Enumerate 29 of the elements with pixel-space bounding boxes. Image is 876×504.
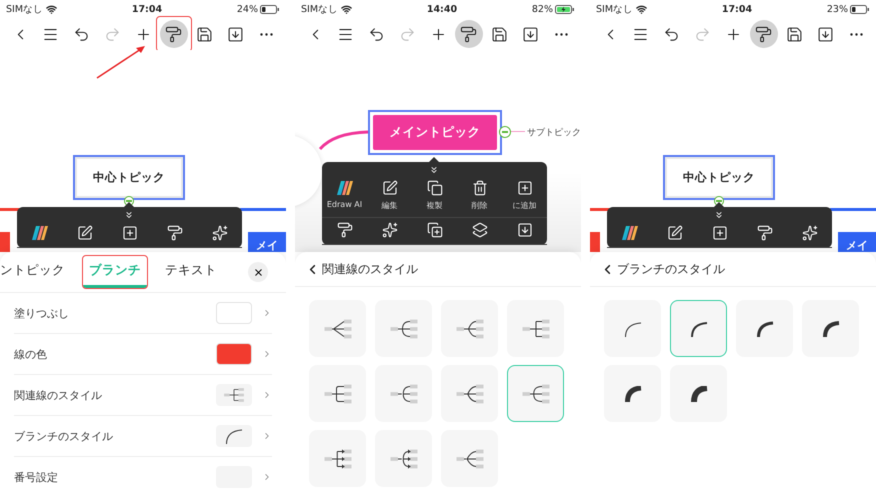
central-topic[interactable]: 中心トピック	[663, 155, 775, 200]
settings-row[interactable]: 番号設定	[14, 457, 272, 497]
menu-item[interactable]: 削除	[457, 180, 502, 211]
central-topic[interactable]: 中心トピック	[73, 155, 185, 200]
topic-label: メイ	[256, 238, 278, 252]
sheet-title: ブランチのスタイル	[617, 260, 725, 278]
carrier-label: SIMなし	[596, 2, 634, 16]
clock-time: 14:40	[426, 4, 458, 14]
menu-item[interactable]: に追加	[502, 180, 547, 211]
menu-item[interactable]: 編集	[367, 180, 412, 211]
tab[interactable]: ントピック	[0, 256, 71, 288]
battery-percent: 24%	[236, 4, 258, 14]
settings-row[interactable]: 関連線のスタイル	[14, 375, 272, 416]
topic-label: メイ	[846, 238, 868, 252]
subtopic-label: サブトピック	[527, 126, 581, 139]
clock-time: 17:04	[722, 4, 752, 14]
carrier-label: SIMなし	[301, 2, 338, 16]
sheet-title: 関連線のスタイル	[322, 260, 418, 278]
settings-row[interactable]: 線の色	[14, 334, 272, 375]
menu-item[interactable]: Edraw AI	[322, 180, 367, 211]
settings-row[interactable]: 塗りつぶし	[14, 293, 272, 334]
main-topic[interactable]: メイントピック	[368, 110, 502, 155]
battery-percent: 82%	[532, 4, 553, 14]
clock-time: 17:04	[132, 4, 162, 14]
battery-percent: 23%	[826, 4, 848, 14]
settings-row[interactable]: ブランチのスタイル	[14, 416, 272, 457]
menu-item[interactable]: 複製	[412, 180, 457, 211]
carrier-label: SIMなし	[6, 2, 44, 16]
tab[interactable]: テキスト	[159, 256, 223, 288]
